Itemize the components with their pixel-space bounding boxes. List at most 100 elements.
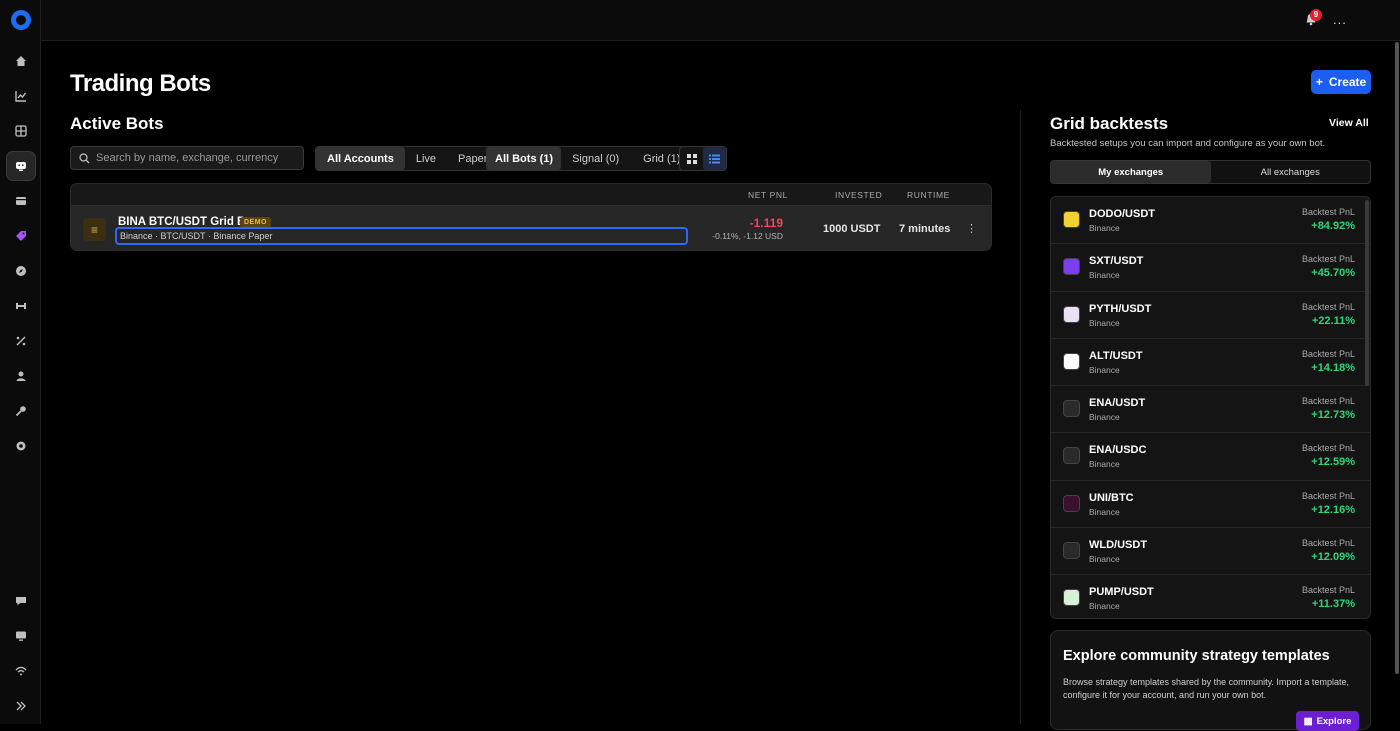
backtest-pnl-label: Backtest PnL [1301, 443, 1355, 454]
column-net-pnl[interactable]: NET PNL [748, 190, 788, 200]
search-box[interactable] [70, 146, 304, 170]
pair-name: PUMP/USDT [1089, 586, 1154, 599]
exchange-name: Binance [1089, 223, 1120, 233]
backtest-pnl-label: Backtest PnL [1301, 254, 1355, 265]
exchange-tabs: My exchanges All exchanges [1050, 160, 1371, 184]
monitor-icon[interactable] [6, 621, 36, 651]
wifi-icon[interactable] [6, 656, 36, 686]
pair-name: ENA/USDT [1089, 397, 1146, 410]
column-runtime[interactable]: RUNTIME [907, 190, 950, 200]
list-item[interactable]: PYTH/USDT Binance Backtest PnL +22.11% [1051, 292, 1370, 339]
gear-icon[interactable] [6, 431, 36, 461]
list-view-icon[interactable] [703, 147, 726, 170]
pyth-icon [1063, 305, 1080, 323]
filter-live[interactable]: Live [405, 147, 447, 170]
list-item[interactable]: ALT/USDT Binance Backtest PnL +14.18% [1051, 339, 1370, 387]
app-logo[interactable] [11, 10, 31, 30]
list-item[interactable]: UNI/BTC Binance Backtest PnL +12.16% [1051, 481, 1370, 529]
exchange-name: Binance [1089, 270, 1120, 281]
grid-bot-icon: ≡ [83, 218, 106, 241]
user-icon[interactable] [6, 361, 36, 391]
plus-icon: + [1315, 75, 1323, 89]
backtest-pnl-value: +12.59% [1311, 456, 1355, 469]
search-icon [79, 152, 90, 163]
tab-my-exchanges[interactable]: My exchanges [1051, 161, 1211, 183]
pair-name: ENA/USDC [1089, 444, 1147, 457]
create-button[interactable]: + Create [1311, 70, 1371, 94]
active-bots-title: Active Bots [70, 114, 164, 133]
pump-icon [1063, 589, 1080, 607]
table-row[interactable]: ≡ BINA BTC/USDT Grid Bot DEMO Binance · … [71, 206, 991, 250]
backtest-pnl-value: +84.92% [1311, 220, 1355, 232]
ena-icon [1063, 400, 1080, 418]
backtest-scrollbar[interactable] [1365, 200, 1369, 386]
filter-all-bots[interactable]: All Bots (1) [487, 147, 562, 170]
list-item[interactable]: PUMP/USDT Binance Backtest PnL +11.37% [1051, 575, 1370, 618]
create-label: Create [1328, 75, 1367, 89]
grid-icon[interactable] [6, 116, 36, 146]
backtest-pnl-value: +22.11% [1311, 314, 1355, 327]
sidebar [0, 0, 41, 724]
chart-icon[interactable] [6, 81, 36, 111]
column-divider [1020, 110, 1021, 724]
backtest-pnl-value: +12.73% [1311, 409, 1355, 422]
view-all-link[interactable]: View All [1329, 117, 1369, 129]
row-menu-icon[interactable]: ⋮ [966, 222, 977, 235]
backtest-pnl-value: +12.09% [1311, 551, 1355, 564]
pair-name: UNI/BTC [1089, 491, 1134, 504]
runtime-value: 7 minutes [899, 223, 951, 235]
grid-backtests-subtitle: Backtested setups you can import and con… [1050, 138, 1326, 149]
sxt-icon [1063, 258, 1080, 276]
list-item[interactable]: SXT/USDT Binance Backtest PnL +45.70% [1051, 244, 1370, 292]
bot-type-filter: All Bots (1) Signal (0) Grid (1) [486, 146, 697, 171]
tab-all-exchanges[interactable]: All exchanges [1211, 161, 1371, 183]
expand-sidebar-icon[interactable] [6, 691, 36, 721]
list-item[interactable]: DODO/USDT Binance Backtest PnL +84.92% [1051, 197, 1370, 245]
wld-icon [1063, 542, 1080, 560]
dodo-icon [1063, 211, 1080, 228]
more-menu-button[interactable]: ... [1333, 12, 1347, 27]
key-icon[interactable] [6, 396, 36, 426]
bot-subtitle: Binance · BTC/USDT · Binance Paper [115, 227, 688, 245]
backtest-pnl-label: Backtest PnL [1301, 396, 1355, 407]
bot-icon[interactable] [6, 151, 36, 181]
search-input[interactable] [96, 152, 296, 164]
list-item[interactable]: ENA/USDT Binance Backtest PnL +12.73% [1051, 386, 1370, 434]
list-item[interactable]: ENA/USDC Binance Backtest PnL +12.59% [1051, 433, 1370, 481]
tag-icon[interactable] [6, 221, 36, 251]
list-item[interactable]: WLD/USDT Binance Backtest PnL +12.09% [1051, 528, 1370, 576]
grid-view-icon[interactable] [680, 147, 703, 170]
backtest-pnl-value: +45.70% [1311, 267, 1355, 280]
ena-icon [1063, 447, 1080, 465]
wallet-icon[interactable] [6, 186, 36, 216]
pair-name: WLD/USDT [1089, 539, 1148, 552]
backtest-list: DODO/USDT Binance Backtest PnL +84.92% SXT/U… [1050, 196, 1371, 619]
exchange-name: Binance [1089, 412, 1120, 423]
explore-card: Explore community strategy templates Bro… [1050, 630, 1371, 731]
pair-name: DODO/USDT [1089, 208, 1155, 220]
exchange-name: Binance [1089, 459, 1120, 470]
pair-name: ALT/USDT [1089, 349, 1143, 362]
dumbbell-icon[interactable] [6, 291, 36, 321]
page-scrollbar[interactable] [1395, 42, 1399, 674]
filter-signal[interactable]: Signal (0) [561, 147, 630, 170]
uni-icon [1063, 494, 1080, 512]
invested-value: 1000 USDT [823, 223, 881, 235]
percent-icon[interactable] [6, 326, 36, 356]
backtest-pnl-label: Backtest PnL [1301, 301, 1355, 312]
chat-icon[interactable] [6, 586, 36, 616]
backtest-pnl-label: Backtest PnL [1301, 207, 1355, 217]
view-toggle [679, 146, 727, 171]
explore-button[interactable]: ▩ Explore [1296, 711, 1359, 731]
account-filter: All Accounts Live Paper [315, 146, 500, 171]
bots-table: NET PNL INVESTED RUNTIME ≡ BINA BTC/USDT… [70, 183, 992, 251]
explore-title: Explore community strategy templates [1063, 648, 1330, 664]
page-title: Trading Bots [70, 70, 211, 97]
column-invested[interactable]: INVESTED [835, 190, 882, 200]
home-icon[interactable] [6, 46, 36, 76]
net-pnl-detail: -0.11%, -1.12 USD [712, 231, 783, 241]
filter-all-accounts[interactable]: All Accounts [316, 147, 405, 170]
compass-icon[interactable] [6, 256, 36, 286]
notification-badge: 9 [1310, 9, 1322, 21]
pair-name: PYTH/USDT [1089, 302, 1152, 315]
